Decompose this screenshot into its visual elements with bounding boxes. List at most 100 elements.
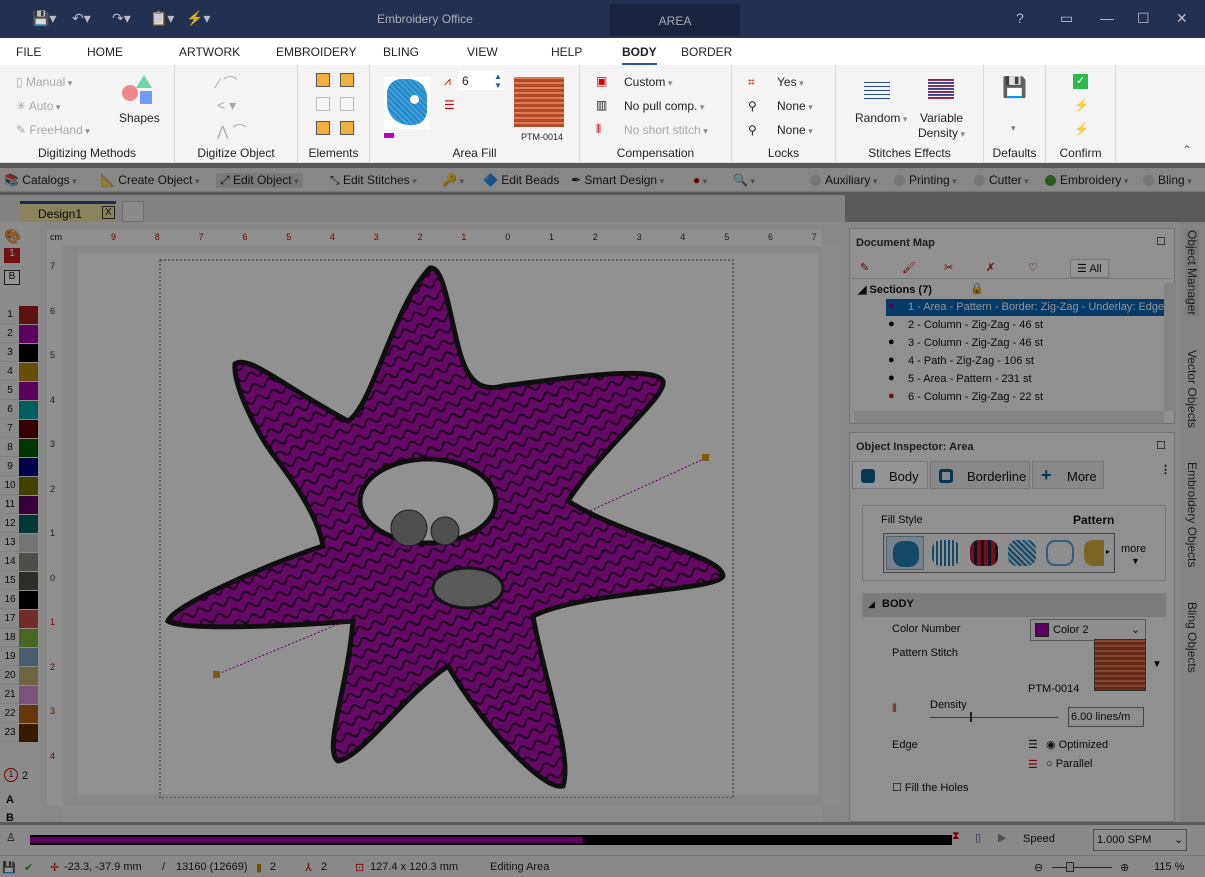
color-swatch-14[interactable]: 14	[0, 553, 38, 571]
start-element-icon[interactable]	[316, 73, 330, 87]
color-swatch-2[interactable]: 2	[0, 325, 38, 343]
color-swatch-5[interactable]: 5	[0, 382, 38, 400]
edit-object-button[interactable]: ⤢ Edit Object	[216, 173, 303, 188]
color-swatch-15[interactable]: 15	[0, 572, 38, 590]
density-spinbox[interactable]: 6.00 lines/m	[1068, 707, 1144, 727]
stitch-progress-bar[interactable]	[30, 835, 952, 845]
redo-icon[interactable]: ↷▾	[112, 10, 131, 27]
fill-style-pattern[interactable]	[886, 536, 924, 570]
color-swatch-23[interactable]: 23	[0, 724, 38, 742]
lock-end-dropdown[interactable]: None	[777, 123, 813, 137]
tab-border[interactable]: BORDER	[681, 45, 732, 59]
tab-artwork[interactable]: ARTWORK	[179, 45, 240, 59]
arc-icon[interactable]: ⋀ ⌒	[217, 121, 246, 141]
body-section-header[interactable]: ◢ BODY	[862, 593, 1166, 617]
section-item[interactable]: ● 4 - Path - Zig-Zag - 106 st	[886, 353, 1164, 370]
clipboard-icon[interactable]: 📋▾	[150, 10, 174, 27]
zoom-in-button[interactable]: ⊕	[1120, 861, 1129, 874]
auto-button[interactable]: ✳ Auto	[16, 99, 60, 113]
catalogs-button[interactable]: 📚 Catalogs	[4, 173, 77, 187]
list-hscrollbar[interactable]	[854, 411, 1164, 423]
pattern-stitch-preview[interactable]	[1094, 639, 1146, 691]
section-item[interactable]: ● 1 - Area - Pattern - Border: Zig-Zag - …	[886, 299, 1164, 316]
confirm-check-icon[interactable]: ✓	[1073, 74, 1088, 89]
edge-optimized-radio[interactable]: ◉ Optimized	[1046, 738, 1108, 751]
tab-help[interactable]: HELP	[551, 45, 582, 59]
direction-handle[interactable]	[702, 454, 709, 461]
cutter-toggle[interactable]: Cutter	[974, 173, 1029, 187]
tab-embroidery[interactable]: EMBROIDERY	[276, 45, 356, 59]
lock-icon[interactable]: 🔒	[970, 282, 984, 295]
zoom-tool-button[interactable]: 🔍	[733, 173, 755, 187]
pin-zoom-button[interactable]: ●	[693, 173, 707, 187]
panel-float-icon[interactable]: ☐	[1156, 235, 1166, 248]
bling-filter-icon[interactable]: ♡	[1028, 261, 1038, 274]
restore-ribbon-button[interactable]: ▭	[1060, 10, 1073, 27]
gallery-next-icon[interactable]: ▸	[1106, 547, 1110, 556]
more-dropdown-icon[interactable]: ▼	[1131, 556, 1140, 566]
tab-bling[interactable]: BLING	[383, 45, 419, 59]
color-swatch-6[interactable]: 6	[0, 401, 38, 419]
short-stitch-dropdown[interactable]: No short stitch	[624, 123, 708, 137]
tab-view[interactable]: VIEW	[467, 45, 498, 59]
freehand-button[interactable]: ✎ FreeHand	[16, 123, 90, 137]
fill-style-contour[interactable]	[1046, 540, 1074, 566]
bling-tool-button[interactable]: 🔑	[442, 173, 464, 187]
lightning-icon[interactable]: ⚡▾	[186, 10, 210, 27]
color-number-select[interactable]: Color 2 ⌄	[1030, 619, 1146, 641]
edit-stitches-button[interactable]: ⤡ Edit Stitches	[330, 173, 417, 188]
document-tab-design1[interactable]: Design1 X	[20, 201, 116, 222]
horizontal-scrollbar[interactable]	[63, 805, 823, 822]
save-icon[interactable]: 💾▾	[32, 10, 56, 27]
apply-icon[interactable]: ⚡	[1074, 98, 1089, 112]
side-tab-vector-objects[interactable]: Vector Objects	[1185, 350, 1199, 428]
tab-more[interactable]: + More	[1032, 461, 1104, 489]
slider-thumb[interactable]	[970, 712, 972, 722]
side-tab-embroidery-objects[interactable]: Embroidery Objects	[1185, 462, 1199, 567]
trim-dropdown[interactable]: Yes	[777, 75, 804, 89]
new-document-tab[interactable]	[122, 201, 144, 222]
color-swatch-3[interactable]: 3	[0, 344, 38, 362]
pattern-dropdown-icon[interactable]: ▼	[1152, 659, 1162, 670]
create-object-button[interactable]: 📐 Create Object	[100, 173, 199, 187]
hole-element-icon[interactable]	[340, 121, 354, 135]
line-icon[interactable]: ⁄ ⌒	[217, 73, 237, 93]
variable-density-button[interactable]: Variable Density	[918, 111, 965, 142]
density-input[interactable]: 6 ▲ ▼	[458, 71, 504, 90]
play-icon[interactable]: ▶	[998, 831, 1006, 844]
custom-dropdown[interactable]: Custom	[624, 75, 672, 89]
undo-icon[interactable]: ↶▾	[72, 10, 91, 27]
color-swatch-12[interactable]: 12	[0, 515, 38, 533]
edit-beads-button[interactable]: 🔷 Edit Beads	[483, 173, 559, 187]
fill-style-preview[interactable]	[384, 77, 430, 129]
section-item[interactable]: ● 6 - Column - Zig-Zag - 22 st	[886, 389, 1164, 406]
spool-b-label[interactable]: B	[6, 812, 14, 824]
fill-style-grid[interactable]	[932, 540, 960, 566]
color-swatch-19[interactable]: 19	[0, 648, 38, 666]
color-swatch-4[interactable]: 4	[0, 363, 38, 381]
stitch-filter-icon[interactable]: ✗	[986, 261, 995, 274]
mask-icon[interactable]	[340, 97, 354, 111]
panel-float-icon[interactable]: ☐	[1156, 439, 1166, 452]
more-fill-styles-button[interactable]: more	[1121, 543, 1146, 555]
help-button[interactable]: ?	[1016, 10, 1024, 26]
color-swatch-7[interactable]: 7	[0, 420, 38, 438]
color-swatch-10[interactable]: 10	[0, 477, 38, 495]
design-workspace[interactable]	[63, 246, 823, 798]
tab-file[interactable]: FILE	[16, 45, 41, 59]
tab-body[interactable]: BODY	[622, 45, 657, 66]
direction-handle[interactable]	[213, 671, 220, 678]
bling-toggle[interactable]: Bling	[1143, 173, 1192, 187]
color-swatch-17[interactable]: 17	[0, 610, 38, 628]
smart-design-button[interactable]: ✒ Smart Design	[571, 173, 664, 187]
edge-parallel-radio[interactable]: ○ Parallel	[1046, 758, 1092, 770]
color-swatch-20[interactable]: 20	[0, 667, 38, 685]
random-button[interactable]: Random	[855, 111, 907, 125]
list-scrollbar[interactable]	[1164, 283, 1176, 411]
color-swatch-18[interactable]: 18	[0, 629, 38, 647]
color-swatch-16[interactable]: 16	[0, 591, 38, 609]
minimize-button[interactable]: —	[1100, 10, 1114, 26]
lines-icon[interactable]: ☰	[444, 98, 455, 112]
frame-icon[interactable]	[316, 97, 330, 111]
shapes-button[interactable]: Shapes	[119, 111, 160, 125]
